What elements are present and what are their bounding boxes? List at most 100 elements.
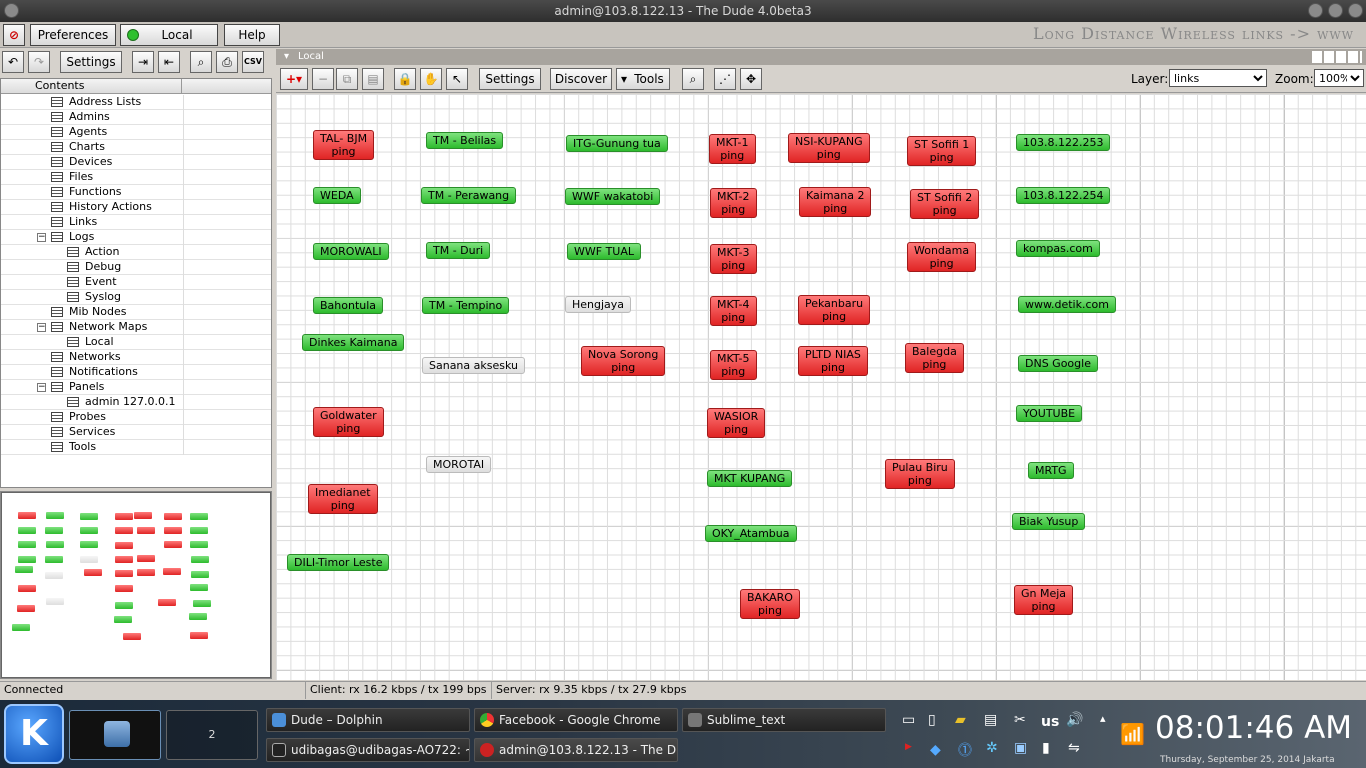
device-node[interactable]: WWF TUAL — [567, 243, 642, 260]
tree-item[interactable]: Notifications — [1, 365, 271, 380]
paste-icon[interactable]: ▤ — [362, 68, 384, 90]
import-icon[interactable]: ⇥ — [132, 51, 154, 73]
device-node[interactable]: MKT KUPANG — [707, 470, 793, 487]
help-button[interactable]: Help — [224, 24, 280, 46]
tree-item[interactable]: Event — [1, 275, 271, 290]
tree-item[interactable]: Mib Nodes — [1, 305, 271, 320]
device-node[interactable]: 103.8.122.253 — [1016, 134, 1111, 151]
device-node[interactable]: TAL- BJM ping — [313, 130, 375, 160]
device-node[interactable]: MOROTAI — [426, 456, 492, 473]
tree-item[interactable]: Networks — [1, 350, 271, 365]
notes-icon[interactable]: ▯ — [928, 712, 936, 728]
minimize-button[interactable] — [1308, 3, 1323, 18]
preferences-button[interactable]: Preferences — [30, 24, 116, 46]
settings-button[interactable]: Settings — [60, 51, 122, 73]
csv-export-button[interactable]: CSV — [242, 51, 264, 73]
auto-arrange-icon[interactable]: ⋰ — [714, 68, 736, 90]
tree-item[interactable]: Address Lists — [1, 95, 271, 110]
export-icon[interactable]: ⇤ — [158, 51, 180, 73]
device-node[interactable]: ITG-Gunung tua — [566, 135, 668, 152]
device-node[interactable]: Balegda ping — [905, 343, 964, 373]
usb-icon[interactable]: ⇋ — [1068, 740, 1080, 756]
tree-item[interactable]: Syslog — [1, 290, 271, 305]
task-sublime[interactable]: Sublime_text — [682, 708, 886, 732]
device-node[interactable]: Bahontula — [313, 297, 384, 314]
device-node[interactable]: ST Sofifi 2 ping — [910, 189, 980, 219]
collapse-icon[interactable]: − — [37, 323, 46, 332]
device-node[interactable]: Wondama ping — [907, 242, 977, 272]
tools-menu-button[interactable]: ▾ Tools — [616, 68, 670, 90]
device-node[interactable]: WWF wakatobi — [565, 188, 661, 205]
layer-select[interactable]: links — [1169, 69, 1267, 87]
device-node[interactable]: MKT-3 ping — [710, 244, 757, 274]
device-node[interactable]: Gn Meja ping — [1014, 585, 1074, 615]
tree-item[interactable]: Debug — [1, 260, 271, 275]
device-node[interactable]: MOROWALI — [313, 243, 389, 260]
device-node[interactable]: DILI-Timor Leste — [287, 554, 390, 571]
device-node[interactable]: Pekanbaru ping — [798, 295, 871, 325]
device-node[interactable]: MKT-1 ping — [709, 134, 756, 164]
tree-item[interactable]: Agents — [1, 125, 271, 140]
desktop-2-pager[interactable]: 2 — [166, 710, 258, 760]
tree-item[interactable]: − Panels — [1, 380, 271, 395]
hand-icon[interactable]: ✋ — [420, 68, 442, 90]
device-node[interactable]: TM - Duri — [426, 242, 491, 259]
device-node[interactable]: www.detik.com — [1018, 296, 1116, 313]
zoom-select[interactable]: 100% — [1314, 69, 1364, 87]
task-chrome[interactable]: Facebook - Google Chrome — [474, 708, 678, 732]
network-map-canvas[interactable]: TAL- BJM ping TM - Belilas ITG-Gunung tua MK… — [276, 94, 1366, 680]
task-dolphin[interactable]: Dude – Dolphin — [266, 708, 470, 732]
tree-item[interactable]: − Network Maps — [1, 320, 271, 335]
device-node[interactable]: 103.8.122.254 — [1016, 187, 1111, 204]
undo-icon[interactable]: ↶ — [2, 51, 24, 73]
map-settings-button[interactable]: Settings — [479, 68, 541, 90]
device-node[interactable]: OKY_Atambua — [705, 525, 797, 542]
device-node[interactable]: Biak Yusup — [1012, 513, 1086, 530]
bluetooth-icon[interactable]: ✲ — [986, 740, 998, 756]
print-icon[interactable]: ⎙ — [216, 51, 238, 73]
device-node[interactable]: Dinkes Kaimana — [302, 334, 405, 351]
tree-item[interactable]: Local — [1, 335, 271, 350]
device-node[interactable]: BAKARO ping — [740, 589, 800, 619]
device-node[interactable]: PLTD NIAS ping — [798, 346, 868, 376]
device-node[interactable]: NSI-KUPANG ping — [788, 133, 870, 163]
close-button[interactable] — [1348, 3, 1363, 18]
scissors-icon[interactable]: ✂ — [1014, 712, 1026, 728]
expand-tray-icon[interactable]: ▴ — [1100, 712, 1106, 725]
panel-collapse-icon[interactable]: ▾ — [284, 49, 289, 65]
copy-icon[interactable]: ⧉ — [336, 68, 358, 90]
device-node[interactable]: Sanana aksesku — [422, 357, 525, 374]
device-node[interactable]: TM - Tempino — [422, 297, 510, 314]
tree-item[interactable]: Devices — [1, 155, 271, 170]
kde-launcher-icon[interactable]: K — [4, 704, 64, 764]
device-node[interactable]: TM - Perawang — [421, 187, 517, 204]
device-node[interactable]: WASIOR ping — [707, 408, 766, 438]
clock[interactable]: 08:01:46 AM — [1155, 710, 1352, 746]
add-icon[interactable]: +▾ — [280, 68, 308, 90]
overview-viewport[interactable] — [1, 492, 271, 678]
device-node[interactable]: YOUTUBE — [1016, 405, 1083, 422]
lock-icon[interactable]: 🔒 — [394, 68, 416, 90]
tree-item[interactable]: admin 127.0.0.1 — [1, 395, 271, 410]
task-terminal[interactable]: udibagas@udibagas-AO722: ~ — [266, 738, 470, 762]
updates-icon[interactable]: ▣ — [1014, 740, 1027, 756]
device-node[interactable]: Nova Sorong ping — [581, 346, 666, 376]
remove-icon[interactable]: − — [312, 68, 334, 90]
dropbox-icon[interactable]: ◆ — [930, 742, 941, 758]
device-node[interactable]: TM - Belilas — [426, 132, 504, 149]
device-node[interactable]: Imedianet ping — [308, 484, 378, 514]
map-overview[interactable] — [0, 491, 272, 679]
collapse-icon[interactable]: − — [37, 233, 46, 242]
task-dude[interactable]: admin@103.8.122.13 - The Dude — [474, 738, 678, 762]
tree-item[interactable]: Files — [1, 170, 271, 185]
tree-item[interactable]: Functions — [1, 185, 271, 200]
device-node[interactable]: MRTG — [1028, 462, 1074, 479]
keyboard-layout[interactable]: us — [1041, 714, 1059, 730]
tree-item[interactable]: Action — [1, 245, 271, 260]
display-icon[interactable]: ▭ — [902, 712, 915, 728]
device-node[interactable]: WEDA — [313, 187, 361, 204]
fit-icon[interactable]: ✥ — [740, 68, 762, 90]
map-find-icon[interactable]: ⌕ — [682, 68, 704, 90]
volume-icon[interactable]: 🔊 — [1066, 712, 1083, 728]
device-node[interactable]: Pulau Biru ping — [885, 459, 955, 489]
